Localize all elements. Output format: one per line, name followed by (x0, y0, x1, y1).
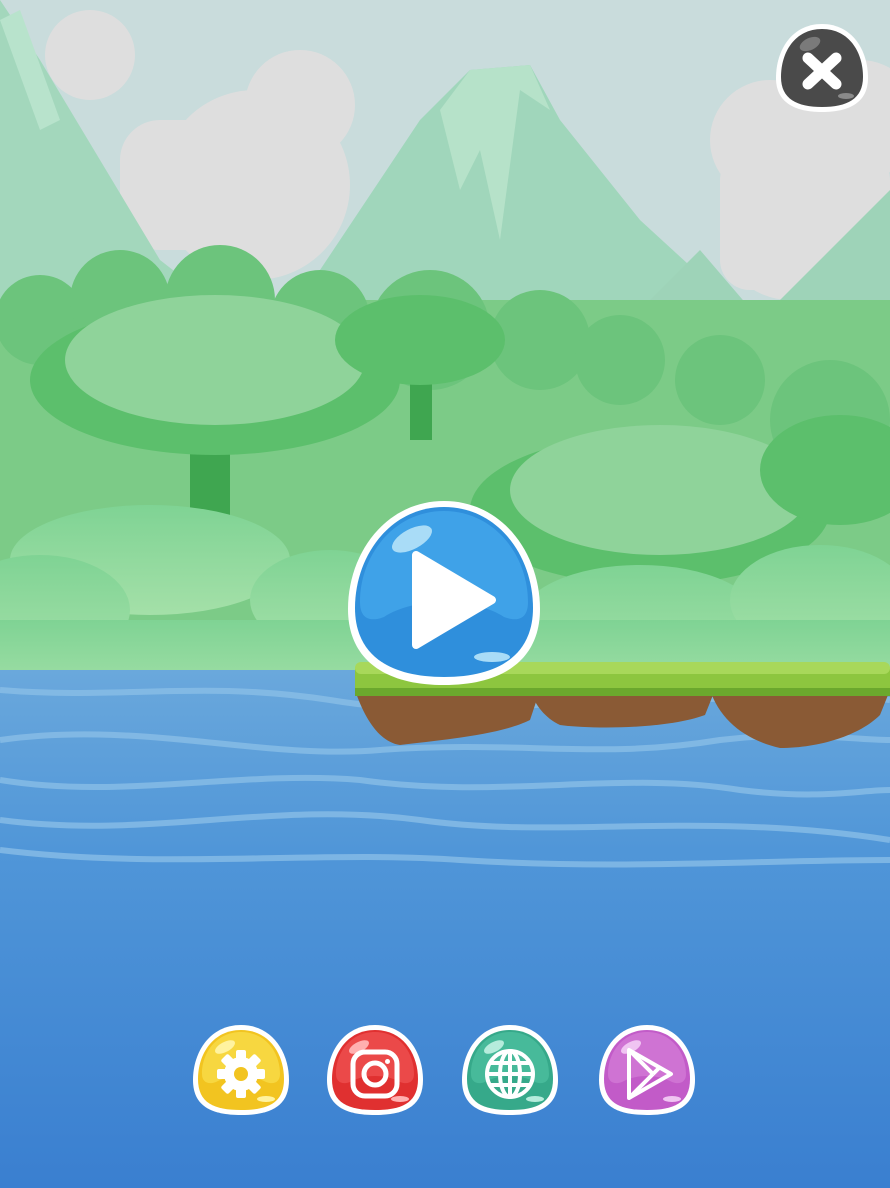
gear-icon (217, 1050, 265, 1098)
website-button[interactable] (459, 1022, 561, 1118)
settings-button[interactable] (190, 1022, 292, 1118)
more-games-button[interactable] (596, 1022, 698, 1118)
play-button[interactable] (344, 497, 544, 689)
globe-icon (485, 1049, 535, 1099)
game-scene (0, 0, 890, 1188)
close-button[interactable] (772, 20, 872, 116)
instagram-button[interactable] (324, 1022, 426, 1118)
